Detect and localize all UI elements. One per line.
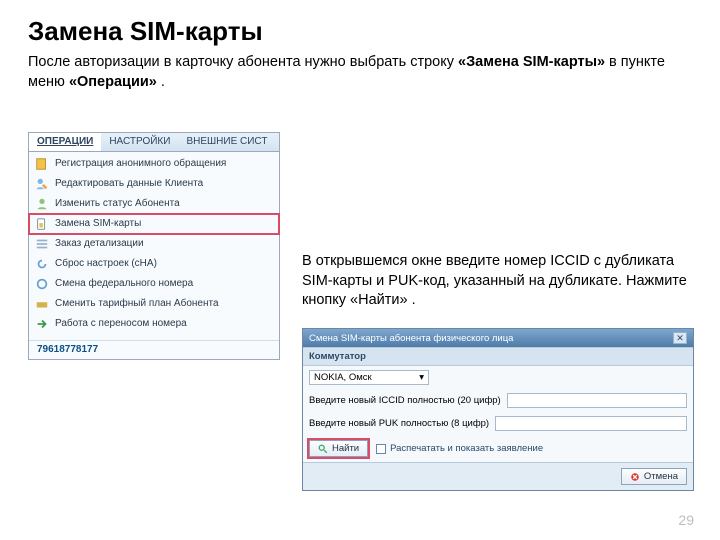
note-icon: [35, 157, 49, 171]
iccid-input[interactable]: [507, 393, 687, 408]
subscriber-phone: 79618778177: [29, 340, 279, 359]
find-button-label: Найти: [332, 443, 359, 454]
menu-item-change-tariff[interactable]: Сменить тарифный план Абонента: [29, 294, 279, 314]
find-button[interactable]: Найти: [309, 440, 368, 457]
search-icon: [318, 444, 328, 454]
tab-settings[interactable]: НАСТРОЙКИ: [101, 133, 178, 151]
section-header: Коммутатор: [303, 347, 693, 366]
menu-item-label: Сменить тарифный план Абонента: [55, 299, 219, 309]
dialog-footer: Отмена: [303, 462, 693, 490]
intro-b1: «Замена SIM-карты»: [458, 54, 605, 70]
sim-icon: [35, 217, 49, 231]
user-status-icon: [35, 197, 49, 211]
print-checkbox[interactable]: Распечатать и показать заявление: [376, 443, 543, 454]
reset-icon: [35, 257, 49, 271]
page-number: 29: [678, 512, 694, 528]
menu-tabbar: ОПЕРАЦИИ НАСТРОЙКИ ВНЕШНИЕ СИСТ: [29, 133, 279, 152]
close-icon[interactable]: ✕: [673, 332, 687, 344]
menu-item-label: Работа с переносом номера: [55, 319, 187, 329]
cancel-icon: [630, 472, 640, 482]
cancel-button[interactable]: Отмена: [621, 468, 687, 485]
menu-item-change-status[interactable]: Изменить статус Абонента: [29, 194, 279, 214]
field-iccid: Введите новый ICCID полностью (20 цифр): [303, 389, 693, 412]
menu-item-label: Заказ детализации: [55, 239, 144, 249]
screenshot-dialog: Смена SIM-карты абонента физического лиц…: [302, 328, 694, 491]
tariff-icon: [35, 297, 49, 311]
chevron-down-icon: ▾: [419, 372, 424, 383]
field-commutator: NOKIA, Омск ▾: [303, 366, 693, 389]
menu-item-label: Замена SIM-карты: [55, 219, 141, 229]
puk-label: Введите новый PUK полностью (8 цифр): [309, 418, 489, 429]
menu-item-order-detail[interactable]: Заказ детализации: [29, 234, 279, 254]
menu-item-sim-replace[interactable]: Замена SIM-карты: [29, 214, 279, 234]
intro-paragraph: После авторизации в карточку абонента ну…: [0, 53, 720, 104]
checkbox-label: Распечатать и показать заявление: [390, 443, 543, 454]
menu-item-label: Сброс настроек (сНА): [55, 259, 157, 269]
menu-item-label: Регистрация анонимного обращения: [55, 159, 226, 169]
field-puk: Введите новый PUK полностью (8 цифр): [303, 412, 693, 435]
combo-value: NOKIA, Омск: [314, 372, 372, 383]
dialog-title-text: Смена SIM-карты абонента физического лиц…: [309, 333, 513, 344]
intro-b2: «Операции»: [69, 74, 157, 90]
menu-item-label: Изменить статус Абонента: [55, 199, 180, 209]
user-edit-icon: [35, 177, 49, 191]
menu-item-register-request[interactable]: Регистрация анонимного обращения: [29, 154, 279, 174]
menu-item-label: Редактировать данные Клиента: [55, 179, 203, 189]
combo-commutator[interactable]: NOKIA, Омск ▾: [309, 370, 429, 385]
list-icon: [35, 237, 49, 251]
intro-p1: После авторизации в карточку абонента ну…: [28, 54, 458, 70]
menu-item-label: Смена федерального номера: [55, 279, 193, 289]
slide-title: Замена SIM-карты: [0, 0, 720, 53]
swap-icon: [35, 277, 49, 291]
menu-item-edit-client[interactable]: Редактировать данные Клиента: [29, 174, 279, 194]
puk-input[interactable]: [495, 416, 687, 431]
tab-external[interactable]: ВНЕШНИЕ СИСТ: [178, 133, 275, 151]
tab-operations[interactable]: ОПЕРАЦИИ: [29, 133, 101, 151]
menu-item-number-transfer[interactable]: Работа с переносом номера: [29, 314, 279, 334]
menu-item-change-number[interactable]: Смена федерального номера: [29, 274, 279, 294]
screenshot-menu: ОПЕРАЦИИ НАСТРОЙКИ ВНЕШНИЕ СИСТ Регистра…: [28, 132, 280, 360]
dialog-instruction: В открывшемся окне введите номер ICCID с…: [302, 252, 692, 311]
intro-p3: .: [157, 74, 165, 90]
cancel-button-label: Отмена: [644, 471, 678, 482]
operations-menu: Регистрация анонимного обращения Редакти…: [29, 152, 279, 340]
arrow-icon: [35, 317, 49, 331]
checkbox-box: [376, 444, 386, 454]
dialog-titlebar: Смена SIM-карты абонента физического лиц…: [303, 329, 693, 347]
button-row: Найти Распечатать и показать заявление: [303, 435, 693, 462]
menu-item-reset[interactable]: Сброс настроек (сНА): [29, 254, 279, 274]
iccid-label: Введите новый ICCID полностью (20 цифр): [309, 395, 501, 406]
